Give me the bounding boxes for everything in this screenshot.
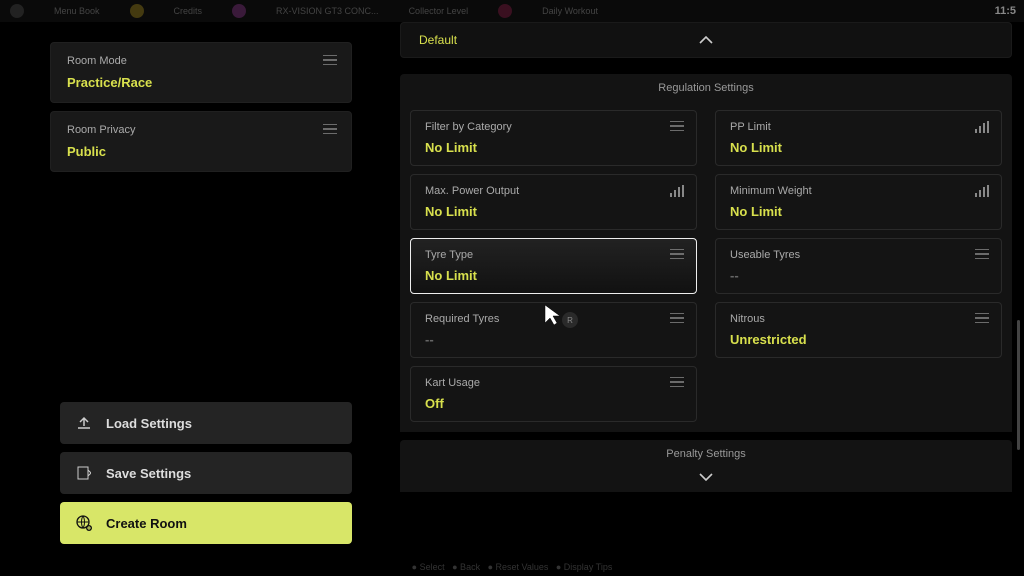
chevron-up-icon xyxy=(699,36,713,44)
list-icon xyxy=(670,313,684,323)
bars-icon xyxy=(670,185,684,197)
load-settings-label: Load Settings xyxy=(106,416,192,431)
room-mode-card[interactable]: Room Mode Practice/Race xyxy=(50,42,352,103)
hint-bar: ● Select ● Back ● Reset Values ● Display… xyxy=(0,562,1024,572)
list-icon xyxy=(670,121,684,131)
load-settings-button[interactable]: Load Settings xyxy=(60,402,352,444)
content-panel: Default Regulation Settings Filter by Ca… xyxy=(370,22,1024,562)
scrollbar[interactable] xyxy=(1017,320,1020,450)
list-icon xyxy=(323,124,337,134)
list-icon xyxy=(670,377,684,387)
save-icon xyxy=(76,465,92,481)
top-status-bar: Menu Book Credits RX-VISION GT3 CONC... … xyxy=(0,0,1024,22)
create-room-label: Create Room xyxy=(106,516,187,531)
collector-label: Collector Level xyxy=(409,6,469,16)
default-collapse-bar[interactable]: Default xyxy=(400,22,1012,58)
globe-plus-icon xyxy=(76,515,92,531)
list-icon xyxy=(670,249,684,259)
car-label: RX-VISION GT3 CONC... xyxy=(276,6,379,16)
room-privacy-card[interactable]: Room Privacy Public xyxy=(50,111,352,172)
min-weight-card[interactable]: Minimum Weight No Limit xyxy=(715,174,1002,230)
default-label: Default xyxy=(419,33,457,47)
credits-label: Credits xyxy=(174,6,203,16)
max-power-card[interactable]: Max. Power Output No Limit xyxy=(410,174,697,230)
save-settings-label: Save Settings xyxy=(106,466,191,481)
create-room-button[interactable]: Create Room xyxy=(60,502,352,544)
clock: 11:5 xyxy=(995,5,1016,17)
daily-label: Daily Workout xyxy=(542,6,598,16)
cursor-badge: R xyxy=(562,312,578,328)
tyre-type-card[interactable]: Tyre Type No Limit xyxy=(410,238,697,294)
nitrous-card[interactable]: Nitrous Unrestricted xyxy=(715,302,1002,358)
filter-category-card[interactable]: Filter by Category No Limit xyxy=(410,110,697,166)
upload-icon xyxy=(76,415,92,431)
list-icon xyxy=(975,249,989,259)
regulation-section-header: Regulation Settings xyxy=(400,74,1012,104)
regulation-grid: Filter by Category No Limit PP Limit No … xyxy=(400,104,1012,432)
list-icon xyxy=(323,55,337,65)
room-privacy-value: Public xyxy=(67,144,335,159)
pp-limit-card[interactable]: PP Limit No Limit xyxy=(715,110,1002,166)
useable-tyres-card[interactable]: Useable Tyres -- xyxy=(715,238,1002,294)
list-icon xyxy=(975,313,989,323)
penalty-section-header[interactable]: Penalty Settings xyxy=(400,440,1012,468)
bars-icon xyxy=(975,121,989,133)
bars-icon xyxy=(975,185,989,197)
room-mode-label: Room Mode xyxy=(67,55,335,67)
chevron-down-icon[interactable] xyxy=(400,468,1012,492)
room-privacy-label: Room Privacy xyxy=(67,124,335,136)
menu-book-label: Menu Book xyxy=(54,6,100,16)
required-tyres-card[interactable]: Required Tyres -- xyxy=(410,302,697,358)
save-settings-button[interactable]: Save Settings xyxy=(60,452,352,494)
room-mode-value: Practice/Race xyxy=(67,75,335,90)
kart-usage-card[interactable]: Kart Usage Off xyxy=(410,366,697,422)
sidebar: Room Mode Practice/Race Room Privacy Pub… xyxy=(0,22,370,562)
